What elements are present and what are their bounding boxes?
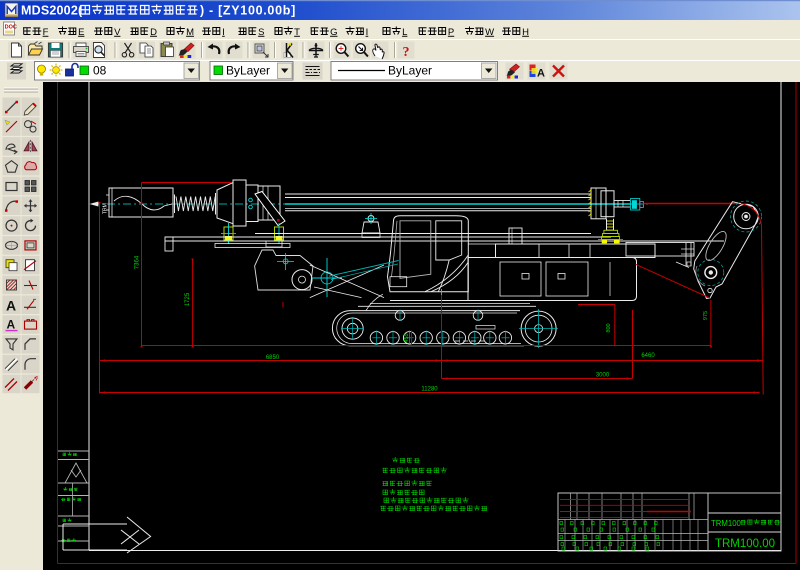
svg-text:7364: 7364 <box>135 255 141 269</box>
svg-text:I: I <box>366 27 369 38</box>
svg-text:DOC: DOC <box>5 25 17 31</box>
svg-text:D: D <box>150 27 157 38</box>
svg-text:E: E <box>78 27 84 38</box>
svg-text:M: M <box>186 27 194 38</box>
svg-text:6460: 6460 <box>641 353 655 359</box>
svg-text:P: P <box>448 27 454 38</box>
svg-text:1725: 1725 <box>185 292 191 306</box>
svg-text:T: T <box>294 27 300 38</box>
svg-text:) - [ZY100.00b]: ) - [ZY100.00b] <box>200 4 296 18</box>
svg-text:TRM100.00: TRM100.00 <box>715 538 775 550</box>
svg-text:G: G <box>330 27 337 38</box>
svg-text:3000: 3000 <box>596 373 610 379</box>
svg-text:800: 800 <box>606 323 612 332</box>
svg-text:F: F <box>43 27 49 38</box>
svg-text:TRM100: TRM100 <box>711 519 742 528</box>
svg-text:?: ? <box>403 45 410 60</box>
svg-text:W: W <box>485 27 494 38</box>
svg-text:TRM: TRM <box>103 203 109 214</box>
svg-text:A: A <box>6 297 16 313</box>
svg-text:455: 455 <box>404 333 410 342</box>
svg-text:H: H <box>522 27 529 38</box>
svg-text:A: A <box>537 68 545 80</box>
svg-text:ByLayer: ByLayer <box>226 64 270 78</box>
svg-text:I: I <box>222 27 225 38</box>
svg-text:ByLayer: ByLayer <box>388 64 432 78</box>
svg-text:11280: 11280 <box>421 387 438 393</box>
svg-text:V: V <box>114 27 121 38</box>
svg-text:6850: 6850 <box>266 355 280 361</box>
svg-text:975: 975 <box>703 311 709 320</box>
svg-text:A: A <box>7 318 16 332</box>
svg-text:MDS2002(: MDS2002( <box>21 4 83 18</box>
svg-text:08: 08 <box>93 64 107 78</box>
svg-text:S: S <box>258 27 264 38</box>
svg-text:L: L <box>402 27 407 38</box>
